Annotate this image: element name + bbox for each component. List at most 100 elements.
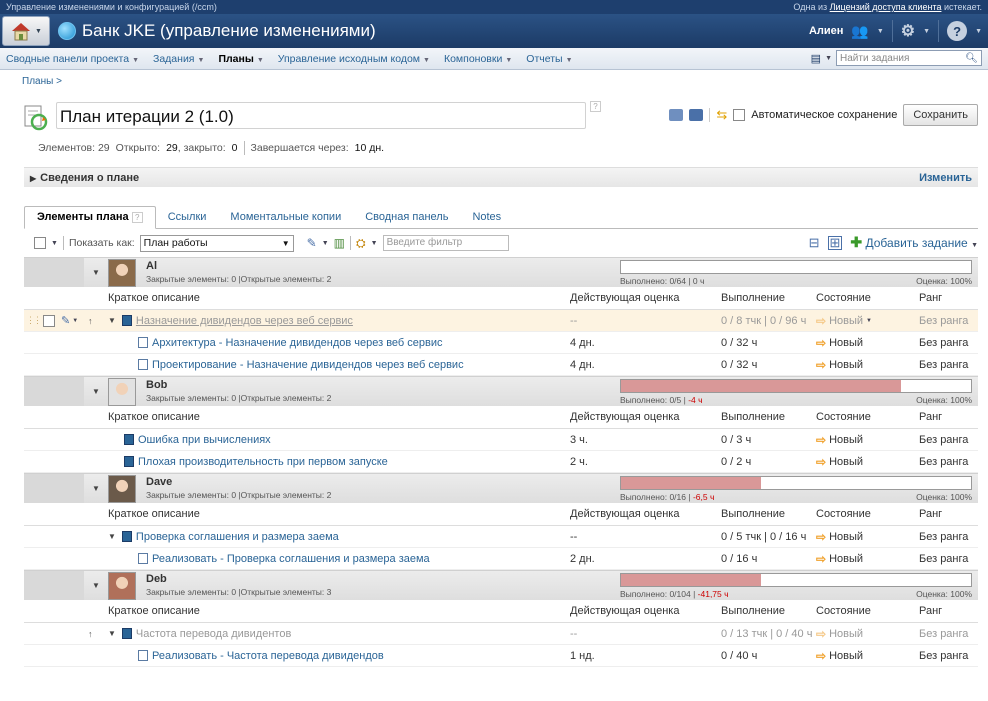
- triangle-down-icon[interactable]: ▼: [84, 377, 108, 406]
- column-estimate[interactable]: Действующая оценка: [568, 605, 721, 617]
- columns-icon[interactable]: ▥: [334, 236, 345, 250]
- work-item-link[interactable]: Назначение дивидендов через веб сервис: [136, 315, 353, 327]
- column-progress[interactable]: Выполнение: [721, 508, 816, 520]
- table-row[interactable]: Реализовать - Проверка соглашения и разм…: [24, 548, 978, 570]
- view-select[interactable]: План работы ▼: [139, 234, 294, 252]
- chevron-down-icon[interactable]: ▼: [371, 240, 378, 247]
- column-summary[interactable]: Краткое описание: [108, 292, 568, 304]
- nav-source-control[interactable]: Управление исходным кодом ▼: [278, 53, 430, 65]
- table-row[interactable]: Архитектура - Назначение дивидендов чере…: [24, 332, 978, 354]
- column-rank[interactable]: Ранг: [919, 605, 978, 617]
- column-summary[interactable]: Краткое описание: [108, 508, 568, 520]
- users-icon[interactable]: 👥: [851, 23, 868, 40]
- search-icon[interactable]: 🔍︎: [965, 53, 978, 64]
- filter-input[interactable]: Введите фильтр: [382, 235, 509, 251]
- triangle-down-icon[interactable]: ▼: [84, 571, 108, 600]
- chevron-down-icon[interactable]: ▼: [51, 240, 58, 247]
- nav-project-dashboards[interactable]: Сводные панели проекта ▼: [6, 53, 139, 65]
- column-state[interactable]: Состояние: [816, 605, 919, 617]
- column-progress[interactable]: Выполнение: [721, 605, 816, 617]
- nav-reports[interactable]: Отчеты ▼: [526, 53, 572, 65]
- print-icon[interactable]: [669, 109, 684, 121]
- edit-item-icon[interactable]: ✎: [61, 314, 70, 327]
- export-icon[interactable]: [689, 109, 704, 121]
- column-summary[interactable]: Краткое описание: [108, 411, 568, 423]
- gear-icon[interactable]: ⚙: [901, 21, 915, 41]
- plan-details-toggle[interactable]: ▶ Сведения о плане: [30, 172, 139, 184]
- search-input[interactable]: Найти задания 🔍︎: [836, 50, 982, 66]
- home-button[interactable]: ▼: [2, 16, 50, 46]
- state-cell[interactable]: ⇨ Новый: [816, 358, 919, 372]
- tab-links[interactable]: Ссылки: [156, 207, 219, 228]
- state-cell[interactable]: ⇨ Новый: [816, 627, 919, 641]
- user-name[interactable]: Алиен: [809, 25, 843, 37]
- group-select-area[interactable]: [24, 377, 84, 406]
- chevron-down-icon[interactable]: ▼: [975, 28, 982, 35]
- table-row[interactable]: Ошибка при вычислениях 3 ч. 0 / 3 ч ⇨ Новый Б…: [24, 429, 978, 451]
- group-select-area[interactable]: [24, 474, 84, 503]
- help-icon[interactable]: ?: [131, 212, 143, 223]
- table-row[interactable]: Плохая производительность при первом зап…: [24, 451, 978, 473]
- work-item-link[interactable]: Ошибка при вычислениях: [138, 434, 271, 446]
- select-all-checkbox[interactable]: [34, 237, 46, 249]
- autosave-checkbox[interactable]: [733, 109, 746, 121]
- column-state[interactable]: Состояние: [816, 411, 919, 423]
- chevron-down-icon[interactable]: ▼: [825, 55, 832, 62]
- column-progress[interactable]: Выполнение: [721, 411, 816, 423]
- state-cell[interactable]: ⇨ Новый: [816, 649, 919, 663]
- breadcrumb[interactable]: Планы >: [0, 70, 988, 93]
- column-rank[interactable]: Ранг: [919, 508, 978, 520]
- state-cell[interactable]: ⇨ Новый: [816, 433, 919, 447]
- tab-snapshots[interactable]: Моментальные копии: [218, 207, 353, 228]
- tab-notes[interactable]: Notes: [460, 207, 513, 228]
- save-button[interactable]: Сохранить: [903, 104, 978, 126]
- column-estimate[interactable]: Действующая оценка: [568, 292, 721, 304]
- nav-builds[interactable]: Компоновки ▼: [444, 53, 512, 65]
- edit-view-icon[interactable]: ✎: [307, 236, 317, 250]
- state-cell[interactable]: ⇨ Новый ▼: [816, 314, 919, 328]
- column-state[interactable]: Состояние: [816, 292, 919, 304]
- column-progress[interactable]: Выполнение: [721, 292, 816, 304]
- expand-all-icon[interactable]: ⊞: [827, 235, 843, 250]
- triangle-down-icon[interactable]: ▼: [108, 629, 116, 638]
- table-row[interactable]: ⋮⋮ ✎ ▼ ↑ ▼ Назначение дивидендов через веб се…: [24, 310, 978, 332]
- row-checkbox[interactable]: [43, 314, 55, 327]
- triangle-down-icon[interactable]: ▼: [108, 532, 116, 541]
- tab-plan-items[interactable]: Элементы плана ?: [24, 206, 156, 229]
- plan-title-input[interactable]: План итерации 2 (1.0): [56, 102, 586, 129]
- work-item-type-icon[interactable]: ▤: [811, 52, 821, 65]
- chevron-down-icon[interactable]: ▼: [72, 318, 78, 324]
- license-link[interactable]: Лицензий доступа клиента: [830, 2, 942, 12]
- table-row[interactable]: Проектирование - Назначение дивидендов ч…: [24, 354, 978, 376]
- collapse-all-icon[interactable]: ⊟: [809, 235, 820, 251]
- refresh-icon[interactable]: ⇆: [716, 107, 727, 123]
- column-state[interactable]: Состояние: [816, 508, 919, 520]
- add-task-button[interactable]: ✚ Добавить задание ▼: [850, 234, 978, 251]
- nav-plans[interactable]: Планы ▼: [218, 53, 263, 65]
- table-row[interactable]: ↑ ▼ Частота перевода дивидентов -- 0 / 13 тч…: [24, 623, 978, 645]
- chevron-down-icon[interactable]: ▼: [322, 240, 329, 247]
- tab-dashboard[interactable]: Сводная панель: [353, 207, 460, 228]
- edit-link[interactable]: Изменить: [919, 172, 972, 184]
- state-cell[interactable]: ⇨ Новый: [816, 552, 919, 566]
- filter-icon[interactable]: ⛭: [356, 236, 366, 251]
- triangle-down-icon[interactable]: ▼: [108, 316, 116, 325]
- work-item-link[interactable]: Архитектура - Назначение дивидендов чере…: [152, 337, 443, 349]
- help-icon[interactable]: ?: [590, 101, 601, 112]
- work-item-link[interactable]: Проектирование - Назначение дивидендов ч…: [152, 359, 464, 371]
- chevron-down-icon[interactable]: ▼: [866, 318, 872, 324]
- chevron-down-icon[interactable]: ▼: [923, 28, 930, 35]
- work-item-link[interactable]: Частота перевода дивидентов: [136, 628, 291, 640]
- triangle-down-icon[interactable]: ▼: [84, 474, 108, 503]
- group-select-area[interactable]: [24, 571, 84, 600]
- plan-details-section[interactable]: ▶ Сведения о плане Изменить: [24, 167, 978, 187]
- column-rank[interactable]: Ранг: [919, 292, 978, 304]
- chevron-down-icon[interactable]: ▼: [877, 28, 884, 35]
- state-cell[interactable]: ⇨ Новый: [816, 455, 919, 469]
- column-summary[interactable]: Краткое описание: [108, 605, 568, 617]
- work-item-link[interactable]: Плохая производительность при первом зап…: [138, 456, 388, 468]
- triangle-down-icon[interactable]: ▼: [84, 258, 108, 287]
- nav-work-items[interactable]: Задания ▼: [153, 53, 204, 65]
- table-row[interactable]: ▼ Проверка соглашения и размера заема -- 0 …: [24, 526, 978, 548]
- work-item-link[interactable]: Проверка соглашения и размера заема: [136, 531, 339, 543]
